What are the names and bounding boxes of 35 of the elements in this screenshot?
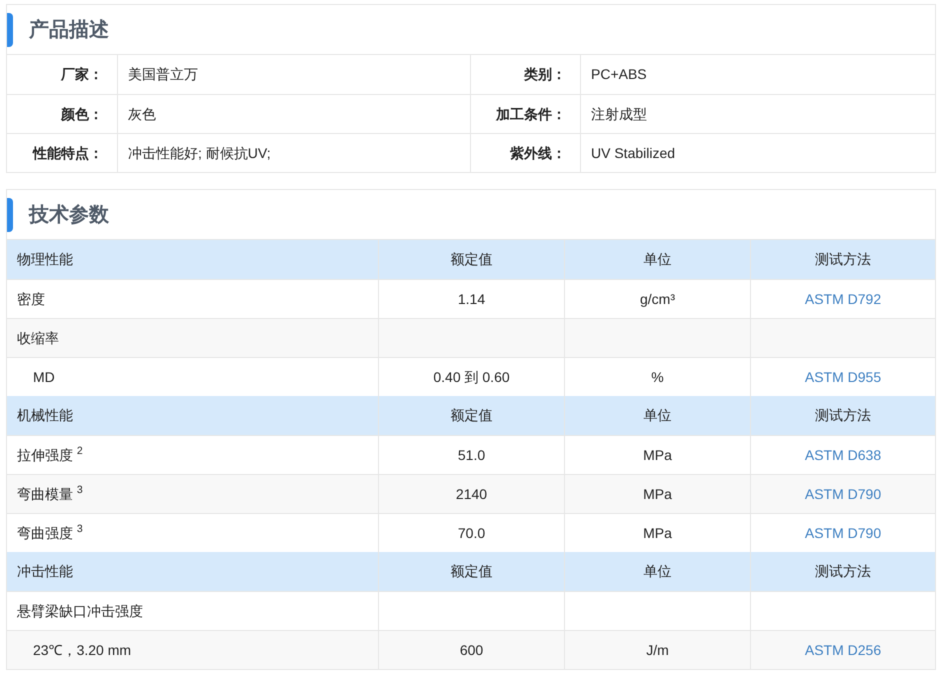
test-method-link[interactable]: ASTM D790 <box>804 484 882 504</box>
section-title: 产品描述 <box>29 18 109 42</box>
field-label: 紫外线： <box>470 134 581 172</box>
table-cell-text: 23℃，3.20 mm <box>32 640 132 660</box>
field-label: 加工条件： <box>470 95 581 133</box>
accent-bar <box>7 198 13 232</box>
table-cell-text: 密度 <box>16 290 46 308</box>
field-label: 厂家： <box>7 55 118 94</box>
field-value: 灰色 <box>127 104 157 124</box>
test-method-link[interactable]: ASTM D638 <box>804 444 882 466</box>
table-cell-text: 拉伸强度 $^{2}$ <box>16 444 84 464</box>
field-label: 类别： <box>470 55 581 94</box>
table-cell: 600 <box>378 631 564 669</box>
accent-bar <box>7 12 13 46</box>
section-title: 技术参数 <box>29 202 109 228</box>
field-value: 注射成型 <box>590 104 648 124</box>
field-value: 冲击性能好; 耐候抗UV; <box>127 144 272 162</box>
test-method-link[interactable]: ASTM D955 <box>804 366 882 388</box>
field-label: 颜色： <box>7 95 118 133</box>
header-cell-text: 冲击性能 <box>16 562 74 581</box>
field-value: UV Stabilized <box>590 144 676 162</box>
field-value: PC+ABS <box>590 65 648 84</box>
table-cell-text: MD <box>32 368 56 386</box>
test-method-link[interactable]: ASTM D790 <box>804 522 882 544</box>
table-cell-text: 收缩率 <box>16 328 60 348</box>
table-cell-text: 弯曲强度 $^{3}$ <box>16 522 84 542</box>
field-label: 性能特点： <box>7 134 118 172</box>
test-method-link[interactable]: ASTM D256 <box>804 640 882 660</box>
table-cell-text: 弯曲模量 $^{3}$ <box>16 483 84 504</box>
header-cell-text: 机械性能 <box>16 406 74 425</box>
table-cell: J/m <box>564 631 750 669</box>
field-value: 美国普立万 <box>127 65 199 84</box>
header-cell-text: 物理性能 <box>16 250 74 269</box>
table-cell-text: 悬臂梁缺口冲击强度 <box>16 602 144 620</box>
test-method-link[interactable]: ASTM D792 <box>804 288 882 310</box>
